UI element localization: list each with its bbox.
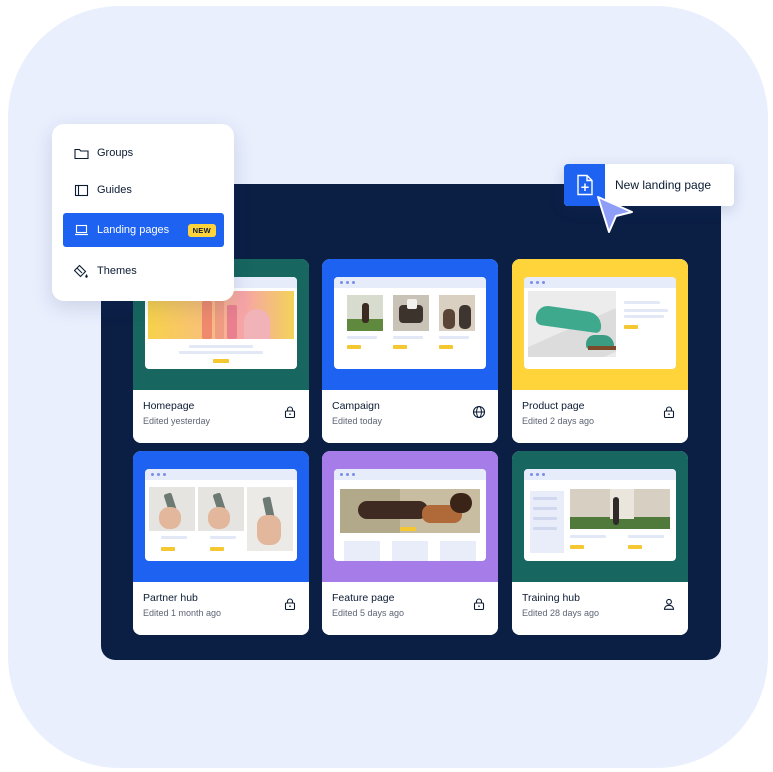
shoe-image <box>528 291 616 357</box>
card-preview <box>322 451 498 582</box>
sidebar-mockup <box>530 491 564 553</box>
card-subtitle: Edited 1 month ago <box>143 608 222 618</box>
menu-item-guides[interactable]: Guides <box>63 173 224 207</box>
card-title: Homepage <box>143 400 195 412</box>
book-icon <box>73 182 89 198</box>
menu-item-label: Guides <box>97 184 132 196</box>
browser-mockup <box>334 469 486 561</box>
browser-mockup <box>524 277 676 369</box>
menu-item-groups[interactable]: Groups <box>63 136 224 170</box>
page-card-campaign[interactable]: Campaign Edited today <box>322 259 498 443</box>
card-subtitle: Edited today <box>332 416 383 426</box>
card-title: Campaign <box>332 400 380 412</box>
menu-item-label: Landing pages <box>97 224 170 236</box>
page-card-training-hub[interactable]: Training hub Edited 28 days ago <box>512 451 688 635</box>
cursor-arrow-icon <box>597 196 633 233</box>
card-title: Partner hub <box>143 592 198 604</box>
page-card-product-page[interactable]: Product page Edited 2 days ago <box>512 259 688 443</box>
menu-item-label: Themes <box>97 265 137 277</box>
browser-mockup <box>524 469 676 561</box>
navigation-menu: Groups Guides Landing pages NEW Themes <box>52 124 234 301</box>
campaign-image-3 <box>439 295 475 331</box>
card-subtitle: Edited 28 days ago <box>522 608 600 618</box>
partner-image-2 <box>198 487 244 531</box>
lock-icon <box>473 598 485 611</box>
browser-mockup <box>145 469 297 561</box>
card-title: Feature page <box>332 592 395 604</box>
lock-icon <box>284 406 296 419</box>
campaign-image-1 <box>347 295 383 331</box>
page-card-partner-hub[interactable]: Partner hub Edited 1 month ago <box>133 451 309 635</box>
user-icon <box>663 598 675 610</box>
menu-item-themes[interactable]: Themes <box>63 254 224 288</box>
page-card-feature-page[interactable]: Feature page Edited 5 days ago <box>322 451 498 635</box>
paint-bucket-icon <box>73 263 89 279</box>
card-subtitle: Edited 2 days ago <box>522 416 595 426</box>
lock-icon <box>284 598 296 611</box>
card-preview <box>512 451 688 582</box>
globe-icon <box>472 405 486 419</box>
campaign-image-2 <box>393 295 429 331</box>
new-landing-page-label: New landing page <box>615 178 712 192</box>
new-landing-page-button[interactable]: New landing page <box>564 164 734 206</box>
card-preview <box>322 259 498 390</box>
card-preview <box>512 259 688 390</box>
partner-image-1 <box>149 487 195 531</box>
lock-icon <box>663 406 675 419</box>
laptop-icon <box>73 222 89 238</box>
menu-item-landing-pages[interactable]: Landing pages NEW <box>63 213 224 247</box>
browser-mockup <box>334 277 486 369</box>
menu-item-label: Groups <box>97 147 134 159</box>
card-title: Product page <box>522 400 585 412</box>
card-preview <box>133 451 309 582</box>
card-subtitle: Edited 5 days ago <box>332 608 405 618</box>
training-image <box>570 489 670 529</box>
partner-image-3 <box>247 487 293 551</box>
folder-icon <box>73 145 89 161</box>
new-badge: NEW <box>187 223 216 237</box>
card-subtitle: Edited yesterday <box>143 416 211 426</box>
card-title: Training hub <box>522 592 580 604</box>
